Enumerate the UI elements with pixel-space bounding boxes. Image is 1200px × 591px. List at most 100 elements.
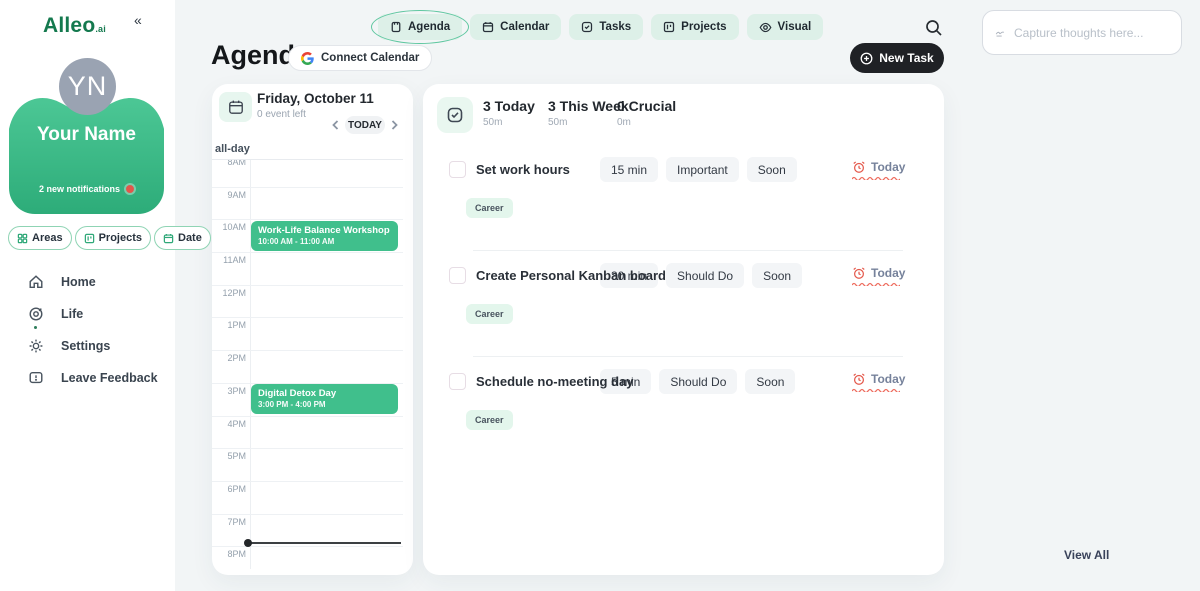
task-timing-pill[interactable]: Soon	[752, 263, 802, 288]
task-timing-pill[interactable]: Soon	[747, 157, 797, 182]
task-checkbox[interactable]	[449, 161, 466, 178]
task-tag[interactable]: Career	[466, 304, 513, 324]
sidebar: Alleo.ai « YN Your Name 2 new notificati…	[0, 0, 175, 591]
task-due-label: Today	[871, 372, 905, 386]
task-tag[interactable]: Career	[466, 198, 513, 218]
tab-calendar[interactable]: Calendar	[470, 14, 561, 40]
task-title[interactable]: Set work hours	[476, 162, 570, 177]
task-checkbox[interactable]	[449, 373, 466, 390]
task-timing-pill[interactable]: Soon	[745, 369, 795, 394]
task-priority-pill[interactable]: Should Do	[666, 263, 744, 288]
event-time: 10:00 AM - 11:00 AM	[258, 237, 391, 246]
task-duration-pill[interactable]: 15 min	[600, 157, 658, 182]
calendar-events-left: 0 event left	[257, 109, 306, 120]
task-title[interactable]: Schedule no-meeting day	[476, 374, 633, 389]
view-all-link[interactable]: View All	[1064, 548, 1109, 562]
top-navigation: Agenda Calendar Tasks Projects Visual	[378, 14, 823, 40]
notifications[interactable]: 2 new notifications	[9, 184, 164, 194]
task-title[interactable]: Create Personal Kanban board	[476, 268, 666, 283]
app-window: Alleo.ai « YN Your Name 2 new notificati…	[0, 0, 1200, 591]
task-due-label: Today	[871, 266, 905, 280]
filter-pills: Areas Projects Date	[8, 226, 211, 250]
calendar-day-grid[interactable]: 8AM 9AM 10AM 11AM 12PM 1PM 2PM 3PM 4PM 5…	[212, 141, 403, 575]
calendar-panel: Friday, October 11 0 event left TODAY 8A…	[212, 84, 413, 575]
connect-calendar-button[interactable]: Connect Calendar	[288, 45, 432, 71]
tab-agenda[interactable]: Agenda	[378, 14, 462, 40]
hour-label: 5PM	[212, 451, 246, 461]
hour-label: 1PM	[212, 320, 246, 330]
kanban-icon	[84, 233, 95, 244]
task-due-chip[interactable]: Today	[852, 372, 905, 386]
chevron-right-icon[interactable]	[388, 118, 400, 136]
tab-calendar-label: Calendar	[500, 21, 549, 33]
hour-row[interactable]: 1PM	[212, 317, 403, 350]
tab-visual[interactable]: Visual	[747, 14, 824, 40]
hour-row[interactable]: 11AM	[212, 252, 403, 285]
sidebar-item-life[interactable]: Life	[27, 298, 158, 330]
google-logo-icon	[301, 52, 314, 65]
sidebar-item-home-label: Home	[61, 275, 96, 289]
filter-projects[interactable]: Projects	[75, 226, 151, 250]
summary-today-count: 3 Today	[483, 98, 535, 114]
task-due-chip[interactable]: Today	[852, 160, 905, 174]
calendar-event[interactable]: Digital Detox Day 3:00 PM - 4:00 PM	[251, 384, 398, 414]
calendar-icon	[163, 233, 174, 244]
hour-label: 10AM	[212, 222, 246, 232]
collapse-sidebar-icon[interactable]: «	[134, 12, 142, 28]
check-square-icon	[581, 21, 593, 33]
agenda-icon	[390, 21, 402, 33]
sidebar-item-life-label: Life	[61, 307, 83, 321]
task-priority-pill[interactable]: Should Do	[659, 369, 737, 394]
plus-circle-icon	[860, 52, 873, 65]
task-row: Set work hours 15 min Important Soon Tod…	[423, 160, 944, 252]
hour-row[interactable]: 9AM	[212, 187, 403, 220]
task-checkbox[interactable]	[449, 267, 466, 284]
scribble-pen-icon	[995, 25, 1006, 41]
tab-agenda-label: Agenda	[408, 21, 450, 33]
filter-areas[interactable]: Areas	[8, 226, 72, 250]
chevron-left-icon[interactable]	[330, 118, 342, 136]
summary-today: 3 Today 50m	[483, 98, 535, 128]
hour-row[interactable]: 12PM	[212, 285, 403, 318]
calendar-date-title: Friday, October 11	[257, 91, 374, 106]
today-button[interactable]: TODAY	[345, 116, 385, 134]
sidebar-item-feedback-label: Leave Feedback	[61, 371, 158, 385]
target-icon	[27, 306, 44, 323]
tab-visual-label: Visual	[778, 21, 812, 33]
task-due-chip[interactable]: Today	[852, 266, 905, 280]
all-day-row: all-day	[212, 141, 403, 160]
calendar-event[interactable]: Work-Life Balance Workshop 10:00 AM - 11…	[251, 221, 398, 251]
new-task-label: New Task	[879, 51, 933, 65]
sidebar-item-feedback[interactable]: Leave Feedback	[27, 362, 158, 394]
task-priority-pill[interactable]: Important	[666, 157, 739, 182]
tab-tasks-label: Tasks	[599, 21, 631, 33]
sidebar-item-home[interactable]: Home	[27, 266, 158, 298]
sidebar-item-settings[interactable]: Settings	[27, 330, 158, 362]
alarm-clock-icon	[852, 160, 866, 174]
hour-row[interactable]: 4PM	[212, 416, 403, 449]
summary-crucial-duration: 0m	[617, 117, 676, 128]
event-title: Work-Life Balance Workshop	[258, 225, 391, 236]
avatar[interactable]: YN	[59, 58, 116, 115]
tab-projects[interactable]: Projects	[651, 14, 738, 40]
filter-date[interactable]: Date	[154, 226, 211, 250]
filter-areas-label: Areas	[32, 232, 63, 244]
sidebar-nav: Home Life Settings Leave Feedback	[27, 266, 158, 394]
search-icon[interactable]	[924, 18, 946, 40]
hour-row[interactable]: 5PM	[212, 448, 403, 481]
capture-thoughts-input[interactable]	[1014, 26, 1169, 40]
new-task-button[interactable]: New Task	[850, 43, 944, 73]
due-underline-squiggle	[852, 282, 900, 286]
hour-label: 7PM	[212, 517, 246, 527]
app-logo: Alleo.ai	[43, 14, 106, 38]
task-tag[interactable]: Career	[466, 410, 513, 430]
hour-row[interactable]: 8PM	[212, 546, 403, 575]
hour-row[interactable]: 6PM	[212, 481, 403, 514]
hour-row[interactable]: 2PM	[212, 350, 403, 383]
user-name: Your Name	[9, 124, 164, 146]
tab-tasks[interactable]: Tasks	[569, 14, 643, 40]
capture-thoughts-box[interactable]	[982, 10, 1182, 55]
hour-label: 6PM	[212, 484, 246, 494]
task-row: Create Personal Kanban board 30 min Shou…	[423, 266, 944, 358]
filter-projects-label: Projects	[99, 232, 142, 244]
